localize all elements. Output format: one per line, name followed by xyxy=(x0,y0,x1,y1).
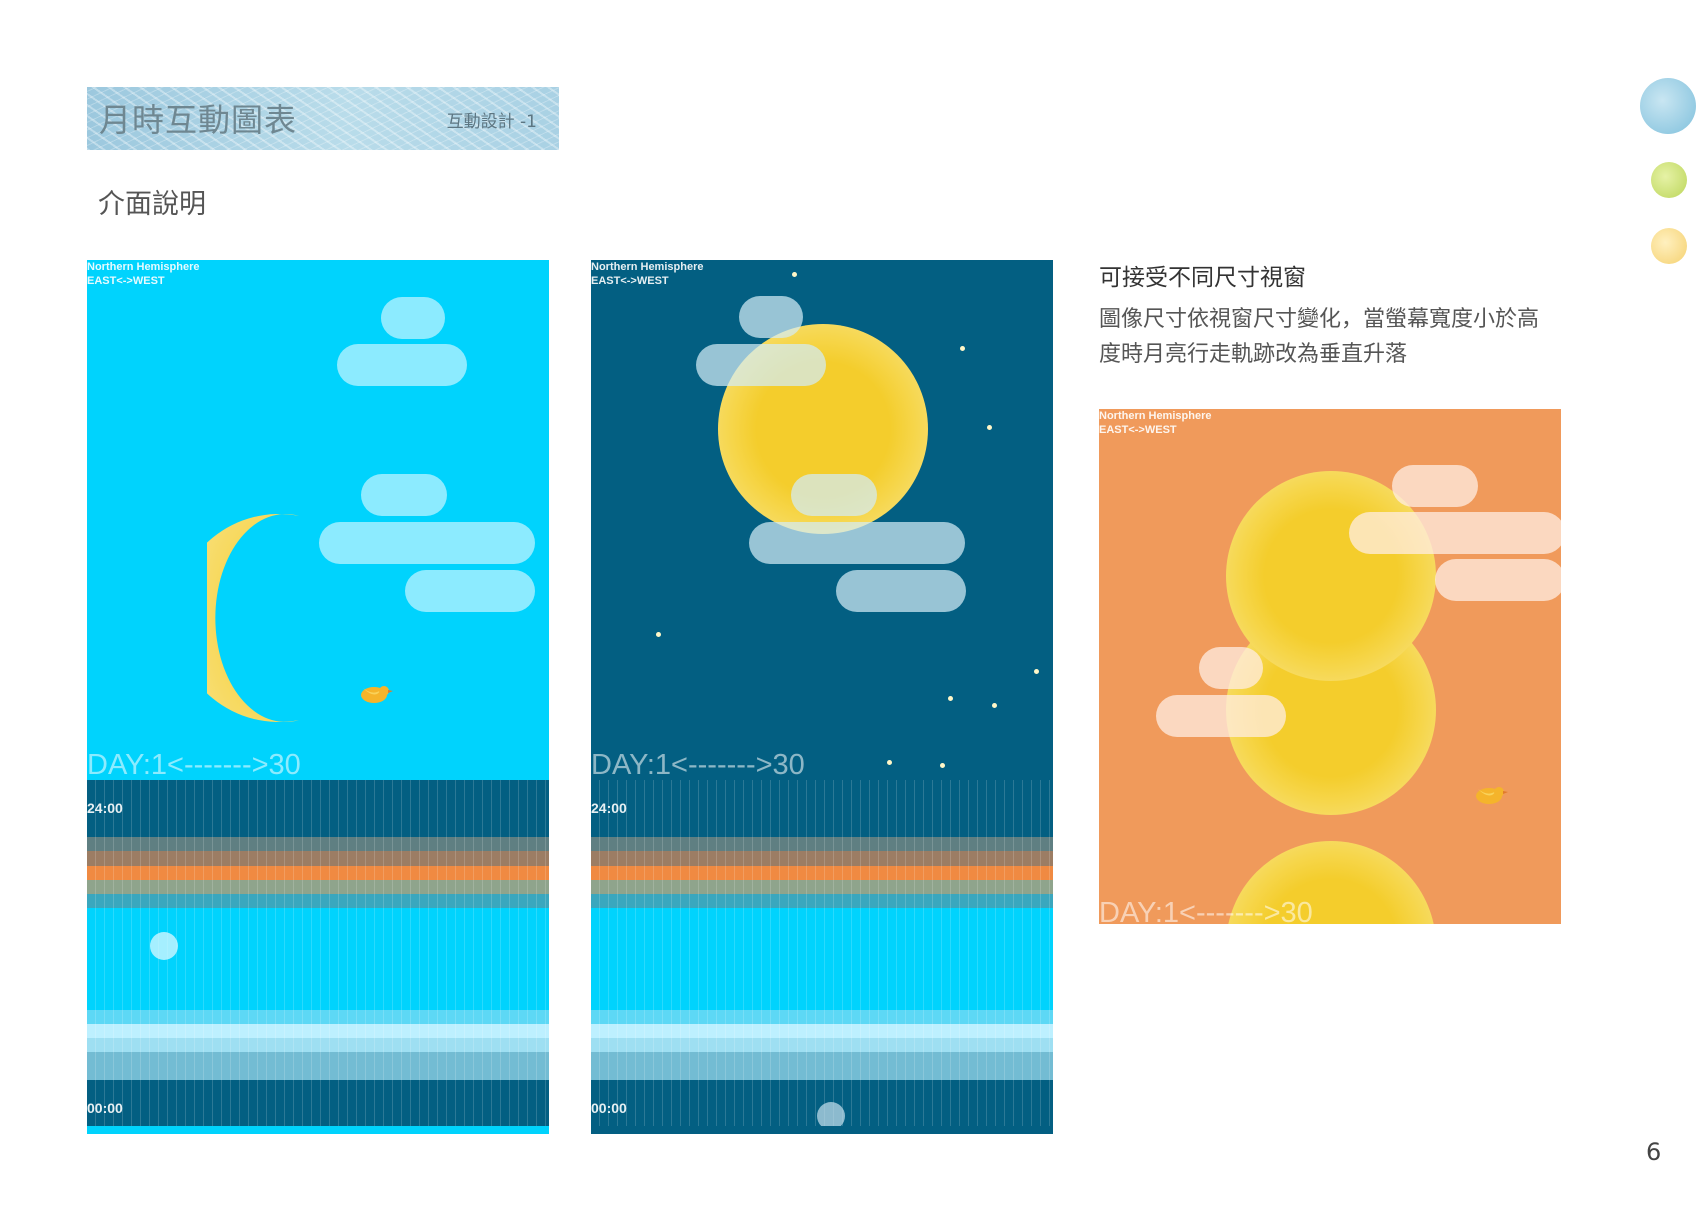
hemisphere-name: Northern Hemisphere xyxy=(591,261,704,273)
hemisphere-name: Northern Hemisphere xyxy=(87,261,200,273)
responsive-title: 可接受不同尺寸視窗 xyxy=(1099,265,1306,291)
cloud xyxy=(1156,695,1286,737)
header-banner: 月時互動圖表 互動設計 -1 xyxy=(87,87,559,150)
cloud xyxy=(1392,465,1478,507)
hemisphere-label: Northern Hemisphere EAST<->WEST xyxy=(1099,409,1211,437)
cloud xyxy=(749,522,965,564)
day-grid xyxy=(591,780,1053,1126)
star xyxy=(987,425,992,430)
day-label: DAY:1<------->30 xyxy=(87,749,301,781)
header-title: 月時互動圖表 xyxy=(99,101,298,139)
bird-icon xyxy=(1476,787,1508,804)
cloud xyxy=(381,297,445,339)
cloud xyxy=(696,344,826,386)
hemisphere-label: Northern Hemisphere EAST<->WEST xyxy=(591,260,703,288)
responsive-description: 圖像尺寸依視窗尺寸變化，當螢幕寬度小於高度時月亮行走軌跡改為垂直升落 xyxy=(1099,307,1540,367)
star xyxy=(960,346,965,351)
yellow-dot-icon xyxy=(1651,228,1687,264)
star xyxy=(887,760,892,765)
star xyxy=(656,632,661,637)
time-indicator[interactable] xyxy=(150,932,178,960)
bird-icon xyxy=(361,686,393,703)
cloud xyxy=(337,344,467,386)
time-bar: 24:00 00:00 xyxy=(87,780,549,1126)
time-bar: 24:00 00:00 xyxy=(591,780,1053,1126)
direction-label: EAST<->WEST xyxy=(591,275,669,287)
star xyxy=(1034,669,1039,674)
day-label: DAY:1<------->30 xyxy=(591,749,805,781)
time-top-label: 24:00 xyxy=(591,800,627,816)
cloud xyxy=(405,570,535,612)
section-title: 介面說明 xyxy=(98,189,206,220)
hemisphere-name: Northern Hemisphere xyxy=(1099,410,1212,422)
screen-night: Northern Hemisphere EAST<->WEST DAY:1<--… xyxy=(591,260,1053,1134)
star xyxy=(792,272,797,277)
cloud xyxy=(1199,647,1263,689)
screen-landscape: Northern Hemisphere EAST<->WEST DAY:1<--… xyxy=(1099,409,1561,924)
day-label: DAY:1<------->30 xyxy=(1099,897,1313,924)
crescent-moon-icon xyxy=(207,514,299,722)
cloud xyxy=(1349,512,1561,554)
cloud xyxy=(1435,559,1561,601)
page-number: 6 xyxy=(1646,1138,1662,1166)
time-indicator[interactable] xyxy=(817,1102,845,1126)
screen-day: Northern Hemisphere EAST<->WEST DAY:1<--… xyxy=(87,260,549,1134)
cloud xyxy=(361,474,447,516)
cloud xyxy=(836,570,966,612)
direction-label: EAST<->WEST xyxy=(87,275,165,287)
hemisphere-label: Northern Hemisphere EAST<->WEST xyxy=(87,260,199,288)
green-dot-icon xyxy=(1651,162,1687,198)
time-top-label: 24:00 xyxy=(87,800,123,816)
direction-label: EAST<->WEST xyxy=(1099,424,1177,436)
star xyxy=(940,763,945,768)
cloud xyxy=(739,296,803,338)
cloud xyxy=(319,522,535,564)
blue-dot-icon xyxy=(1640,78,1696,134)
header-subtitle: 互動設計 -1 xyxy=(446,112,537,132)
star xyxy=(948,696,953,701)
time-bottom-label: 00:00 xyxy=(591,1100,627,1116)
cloud xyxy=(791,474,877,516)
time-bottom-label: 00:00 xyxy=(87,1100,123,1116)
star xyxy=(992,703,997,708)
